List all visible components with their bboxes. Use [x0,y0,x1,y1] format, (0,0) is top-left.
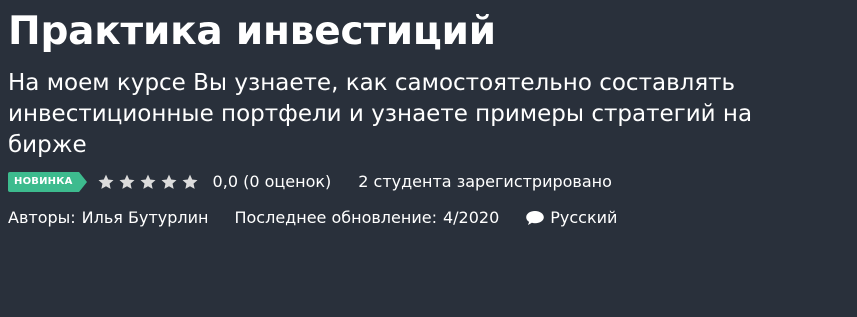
rating-summary[interactable]: 0,0 (0 оценок) [213,172,332,192]
authors-label: Авторы: [8,208,76,227]
last-updated-label: Последнее обновление: [234,208,437,227]
course-title: Практика инвестиций [8,9,496,54]
rating-stars[interactable] [97,173,199,191]
star-icon [118,173,136,191]
new-badge: НОВИНКА [8,172,87,192]
course-subtitle: На моем курсе Вы узнаете, как самостояте… [8,70,753,158]
speech-bubble-icon [525,210,545,226]
students-count: 2 студента зарегистрировано [358,172,612,191]
star-icon [139,173,157,191]
star-icon [97,173,115,191]
author-link[interactable]: Илья Бутурлин [82,208,209,227]
authors: Авторы: Илья Бутурлин [8,208,208,228]
language-label: Русский [550,208,618,227]
course-language: Русский [525,208,617,228]
star-icon [181,173,199,191]
course-info-row: Авторы: Илья Бутурлин Последнее обновлени… [8,206,848,230]
star-icon [160,173,178,191]
course-header: Практика инвестиций На моем курсе Вы узн… [8,0,848,230]
last-updated-value: 4/2020 [442,208,500,227]
last-updated: Последнее обновление: 4/2020 [234,208,499,228]
course-meta-row: НОВИНКА 0,0 (0 оценок) 2 студента зареги… [8,170,848,194]
